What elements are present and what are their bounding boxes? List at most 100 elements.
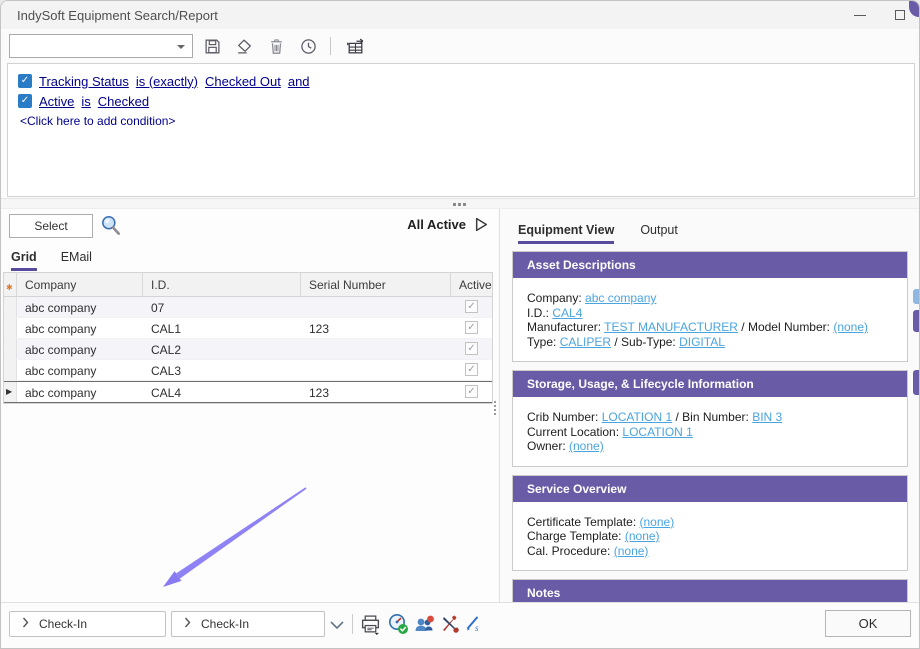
equipment-link[interactable]: LOCATION 1 bbox=[602, 410, 672, 424]
grid-column-header[interactable]: Active bbox=[451, 273, 492, 296]
condition-row: ✓ Tracking Status is (exactly) Checked Out a… bbox=[18, 71, 904, 91]
condition-term-link[interactable]: and bbox=[288, 74, 310, 89]
equipment-link[interactable]: BIN 3 bbox=[752, 410, 782, 424]
grid-cell[interactable]: CAL1 bbox=[143, 318, 301, 338]
combo-dropdown-icon[interactable] bbox=[177, 45, 185, 49]
row-selector[interactable] bbox=[4, 297, 17, 317]
equipment-link[interactable]: (none) bbox=[569, 439, 604, 453]
grid-cell[interactable]: CAL4 bbox=[143, 382, 301, 402]
tab-grid[interactable]: Grid bbox=[11, 250, 37, 271]
grid-cell[interactable]: CAL2 bbox=[143, 339, 301, 359]
print-button[interactable] bbox=[359, 613, 381, 635]
tools-button[interactable] bbox=[439, 613, 461, 635]
grid-cell[interactable]: abc company bbox=[17, 382, 143, 402]
history-button[interactable] bbox=[295, 35, 321, 57]
magnifier-icon bbox=[99, 214, 123, 238]
equipment-link[interactable]: (none) bbox=[640, 515, 675, 529]
grid-cell[interactable]: 07 bbox=[143, 297, 301, 317]
row-selector[interactable] bbox=[4, 360, 17, 380]
horizontal-splitter[interactable] bbox=[1, 198, 919, 209]
condition-checkbox[interactable]: ✓ bbox=[18, 74, 32, 88]
search-button[interactable] bbox=[99, 214, 123, 243]
condition-checkbox[interactable]: ✓ bbox=[18, 94, 32, 108]
active-checkbox[interactable]: ✓ bbox=[465, 342, 478, 355]
active-checkbox[interactable]: ✓ bbox=[465, 300, 478, 313]
save-icon bbox=[204, 38, 221, 55]
grid-cell[interactable] bbox=[301, 360, 451, 380]
equipment-link[interactable]: CAL4 bbox=[552, 306, 582, 320]
grid-row[interactable]: abc companyCAL3 ✓ bbox=[4, 360, 492, 381]
grid-cell-active[interactable]: ✓ bbox=[451, 318, 492, 338]
equipment-link[interactable]: (none) bbox=[614, 544, 649, 558]
tab-output[interactable]: Output bbox=[640, 223, 678, 244]
add-condition-link[interactable]: <Click here to add condition> bbox=[20, 114, 904, 128]
background-window-fragment bbox=[913, 289, 919, 304]
grid-cell[interactable]: abc company bbox=[17, 360, 143, 380]
background-window-fragment bbox=[913, 370, 919, 395]
grid-cell[interactable]: abc company bbox=[17, 297, 143, 317]
grid-row[interactable]: abc companyCAL2 ✓ bbox=[4, 339, 492, 360]
row-selector[interactable] bbox=[4, 339, 17, 359]
select-button[interactable]: Select bbox=[9, 214, 93, 238]
condition-term-link[interactable]: Checked Out bbox=[205, 74, 281, 89]
equipment-link[interactable]: DIGITAL bbox=[679, 335, 725, 349]
signature-button[interactable]: s bbox=[463, 613, 485, 635]
grid-cell[interactable]: CAL3 bbox=[143, 360, 301, 380]
run-all-active-button[interactable] bbox=[475, 217, 488, 237]
condition-term-link[interactable]: Active bbox=[39, 94, 74, 109]
users-button[interactable] bbox=[413, 613, 435, 635]
report-name-input[interactable] bbox=[14, 36, 172, 56]
active-checkbox[interactable]: ✓ bbox=[465, 321, 478, 334]
grid-row[interactable]: ▶abc companyCAL4123 ✓ bbox=[4, 381, 492, 403]
condition-term-link[interactable]: Tracking Status bbox=[39, 74, 129, 89]
grid-cell[interactable]: abc company bbox=[17, 318, 143, 338]
grid-cell[interactable]: abc company bbox=[17, 339, 143, 359]
detail-line: Manufacturer: TEST MANUFACTURER / Model … bbox=[527, 320, 907, 335]
send-to-grid-button[interactable] bbox=[342, 35, 368, 57]
grid-cell-active[interactable]: ✓ bbox=[451, 297, 492, 317]
delete-button[interactable] bbox=[263, 35, 289, 57]
condition-term-link[interactable]: is (exactly) bbox=[136, 74, 198, 89]
grid-row[interactable]: abc company07 ✓ bbox=[4, 297, 492, 318]
tab-equipment-view[interactable]: Equipment View bbox=[518, 223, 614, 244]
row-selector[interactable]: ▶ bbox=[4, 382, 17, 402]
ok-button[interactable]: OK bbox=[825, 610, 911, 637]
equipment-link[interactable]: (none) bbox=[833, 320, 868, 334]
minimize-button[interactable] bbox=[845, 5, 875, 25]
active-checkbox[interactable]: ✓ bbox=[465, 363, 478, 376]
equipment-link[interactable]: TEST MANUFACTURER bbox=[604, 320, 738, 334]
grid-cell[interactable]: 123 bbox=[301, 382, 451, 402]
check-in-button[interactable]: Check-In bbox=[171, 611, 325, 637]
equipment-link[interactable]: (none) bbox=[625, 529, 660, 543]
grid-row[interactable]: abc companyCAL1123 ✓ bbox=[4, 318, 492, 339]
equipment-link[interactable]: CALIPER bbox=[560, 335, 611, 349]
row-selector[interactable] bbox=[4, 318, 17, 338]
equipment-link[interactable]: abc company bbox=[585, 291, 656, 305]
more-buttons-dropdown[interactable] bbox=[329, 617, 345, 635]
active-checkbox[interactable]: ✓ bbox=[465, 385, 478, 398]
check-in-button[interactable]: Check-In bbox=[9, 611, 166, 637]
chevron-right-icon bbox=[184, 617, 191, 631]
grid-cell[interactable] bbox=[301, 339, 451, 359]
grid-column-header[interactable]: I.D. bbox=[143, 273, 301, 296]
grid-header: ✱ CompanyI.D.Serial NumberActive bbox=[4, 273, 492, 297]
grid-cell-active[interactable]: ✓ bbox=[451, 339, 492, 359]
grid-cell[interactable] bbox=[301, 297, 451, 317]
gauge-check-button[interactable] bbox=[387, 613, 409, 635]
grid-cell[interactable]: 123 bbox=[301, 318, 451, 338]
report-name-combo[interactable] bbox=[9, 34, 193, 58]
grid-cell-active[interactable]: ✓ bbox=[451, 360, 492, 380]
save-button[interactable] bbox=[199, 35, 225, 57]
print-icon bbox=[360, 614, 381, 635]
clear-button[interactable] bbox=[231, 35, 257, 57]
grid-cell-active[interactable]: ✓ bbox=[451, 382, 492, 402]
equipment-link[interactable]: LOCATION 1 bbox=[622, 425, 692, 439]
grid-column-header[interactable]: Serial Number bbox=[301, 273, 451, 296]
vertical-splitter-grip-icon[interactable] bbox=[494, 401, 496, 403]
condition-term-link[interactable]: Checked bbox=[98, 94, 149, 109]
condition-term-link[interactable]: is bbox=[81, 94, 90, 109]
new-row-star-icon: ✱ bbox=[6, 283, 13, 292]
equipment-label: Certificate Template: bbox=[527, 515, 640, 529]
tab-email[interactable]: EMail bbox=[61, 250, 92, 271]
grid-column-header[interactable]: Company bbox=[17, 273, 143, 296]
